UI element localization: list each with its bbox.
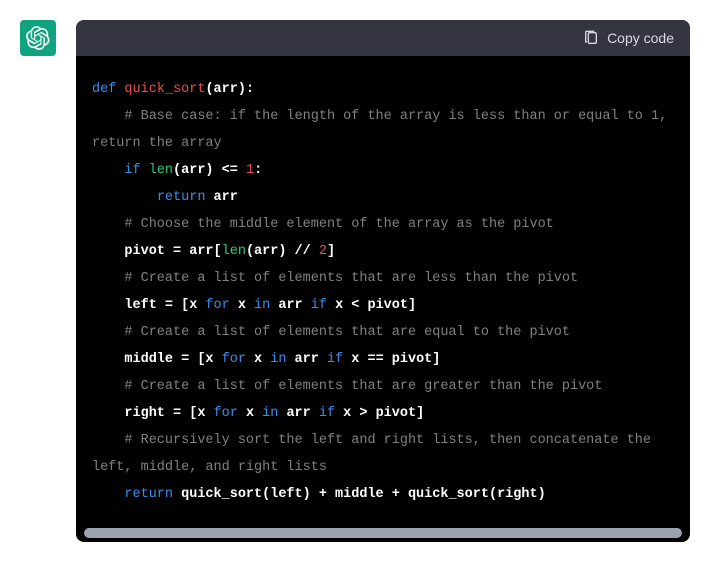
code-body: def quick_sort(arr): # Base case: if the…: [76, 56, 690, 528]
copy-code-label: Copy code: [607, 30, 674, 46]
code-block: Copy code def quick_sort(arr): # Base ca…: [76, 20, 690, 542]
code-content: def quick_sort(arr): # Base case: if the…: [92, 76, 674, 508]
openai-logo-icon: [26, 26, 50, 50]
code-header: Copy code: [76, 20, 690, 56]
horizontal-scrollbar[interactable]: [84, 528, 682, 538]
copy-code-button[interactable]: Copy code: [583, 30, 674, 46]
assistant-avatar: [20, 20, 56, 56]
clipboard-icon: [583, 30, 599, 46]
chat-response-container: Copy code def quick_sort(arr): # Base ca…: [0, 0, 710, 562]
